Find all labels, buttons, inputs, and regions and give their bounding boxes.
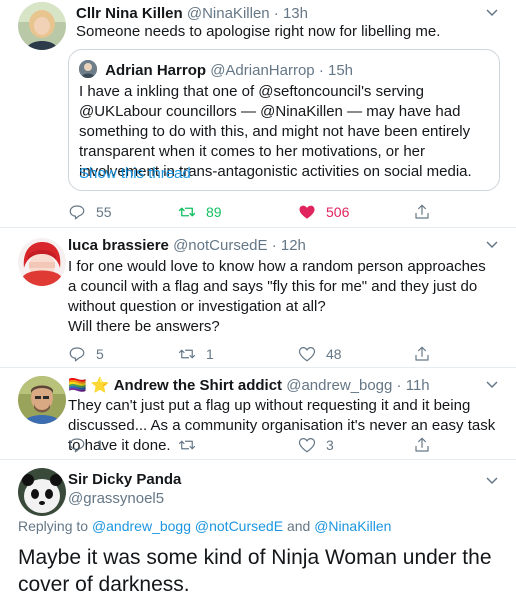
avatar-image xyxy=(18,376,66,424)
username[interactable]: @notCursedE xyxy=(173,237,267,254)
reply-button[interactable]: 55 xyxy=(68,202,112,222)
retweet-button[interactable] xyxy=(178,435,206,455)
timestamp[interactable]: · 13h xyxy=(274,5,308,22)
share-icon xyxy=(415,204,429,219)
show-thread-link[interactable]: Show this thread xyxy=(79,165,191,182)
replying-and: and xyxy=(286,518,311,534)
reply-count: 1 xyxy=(96,437,104,453)
tweet-luca-brassiere[interactable]: luca brassiere @notCursedE · 12h I for o… xyxy=(0,228,516,368)
share-button[interactable] xyxy=(413,202,441,222)
mention-link[interactable]: @NinaKillen xyxy=(314,518,391,534)
reply-count: 5 xyxy=(96,346,104,362)
tweet-text: Someone needs to apologise right now for… xyxy=(76,23,441,40)
retweet-button[interactable]: 1 xyxy=(178,344,214,364)
tweet-actions: 1 3 xyxy=(68,435,508,455)
tweet-nina-killen[interactable]: Cllr Nina Killen @NinaKillen · 13h Someo… xyxy=(0,0,516,228)
avatar-image xyxy=(18,2,66,50)
retweet-button[interactable]: 89 xyxy=(178,202,222,222)
avatar[interactable] xyxy=(18,2,66,50)
quote-display-name: Adrian Harrop xyxy=(105,62,207,79)
like-count: 506 xyxy=(326,204,350,220)
display-name[interactable]: Andrew the Shirt addict xyxy=(114,377,282,394)
chevron-down-icon[interactable] xyxy=(486,378,498,390)
reply-icon xyxy=(69,347,85,362)
quoted-tweet[interactable]: Adrian Harrop @AdrianHarrop · 15h I have… xyxy=(68,49,500,191)
like-button[interactable]: 48 xyxy=(298,344,342,364)
timestamp[interactable]: · 12h xyxy=(272,237,306,254)
tweet-header: Sir Dicky Panda @grassynoel5 xyxy=(68,470,181,508)
tweet-andrew-the-shirt-addict[interactable]: 🏳️‍🌈 ⭐ Andrew the Shirt addict @andrew_b… xyxy=(0,368,516,460)
username[interactable]: @grassynoel5 xyxy=(68,489,181,508)
display-name[interactable]: luca brassiere xyxy=(68,237,169,254)
quote-avatar xyxy=(79,60,97,78)
retweet-icon xyxy=(178,349,196,359)
share-icon xyxy=(415,346,429,361)
share-button[interactable] xyxy=(413,344,441,364)
display-name[interactable]: Cllr Nina Killen xyxy=(76,5,183,22)
retweet-icon xyxy=(178,207,196,217)
share-button[interactable] xyxy=(413,435,441,455)
retweet-count: 1 xyxy=(206,346,214,362)
like-button[interactable]: 506 xyxy=(298,202,349,222)
reply-icon xyxy=(69,438,85,453)
timestamp[interactable]: · 11h xyxy=(397,377,430,394)
username[interactable]: @andrew_bogg xyxy=(286,377,392,394)
reply-button[interactable]: 5 xyxy=(68,344,104,364)
avatar-image xyxy=(18,238,66,286)
tweet-header: Cllr Nina Killen @NinaKillen · 13h xyxy=(76,4,308,24)
mention-link[interactable]: @notCursedE xyxy=(195,518,283,534)
like-count: 3 xyxy=(326,437,334,453)
replying-to: Replying to @andrew_bogg @notCursedE and… xyxy=(18,518,391,534)
reply-icon xyxy=(69,205,85,220)
chevron-down-icon[interactable] xyxy=(486,6,498,18)
avatar[interactable] xyxy=(18,468,66,516)
avatar[interactable] xyxy=(18,238,66,286)
avatar[interactable] xyxy=(18,376,66,424)
like-count: 48 xyxy=(326,346,342,362)
share-icon xyxy=(415,437,429,452)
mention-link[interactable]: @andrew_bogg xyxy=(92,518,191,534)
quote-header: Adrian Harrop @AdrianHarrop · 15h xyxy=(79,60,353,81)
tweet-text: I for one would love to know how a rando… xyxy=(68,258,486,315)
username[interactable]: @NinaKillen xyxy=(187,5,270,22)
replying-to-label: Replying to xyxy=(18,518,89,534)
heart-icon xyxy=(299,205,315,219)
chevron-down-icon[interactable] xyxy=(486,474,498,486)
tweet-actions: 55 89 506 xyxy=(68,202,508,222)
heart-icon xyxy=(298,438,316,453)
retweet-count: 89 xyxy=(206,204,222,220)
tweet-actions: 5 1 48 xyxy=(68,344,508,364)
quote-username: @AdrianHarrop xyxy=(210,62,315,79)
chevron-down-icon[interactable] xyxy=(486,238,498,250)
quote-timestamp: · 15h xyxy=(318,62,354,79)
focused-tweet-text: Maybe it was some kind of Ninja Woman un… xyxy=(18,546,492,596)
tweet-header: 🏳️‍🌈 ⭐ Andrew the Shirt addict @andrew_b… xyxy=(68,376,430,396)
retweet-icon xyxy=(178,440,196,450)
tweet-text-second-paragraph: Will there be answers? xyxy=(68,318,220,335)
like-button[interactable]: 3 xyxy=(298,435,334,455)
reply-count: 55 xyxy=(96,204,112,220)
display-name[interactable]: Sir Dicky Panda xyxy=(68,470,181,489)
panda-avatar-image xyxy=(18,468,66,516)
tweet-header: luca brassiere @notCursedE · 12h xyxy=(68,236,306,256)
name-emoji-flag-star: 🏳️‍🌈 ⭐ xyxy=(68,377,110,394)
reply-button[interactable]: 1 xyxy=(68,435,104,455)
heart-icon xyxy=(298,347,316,362)
